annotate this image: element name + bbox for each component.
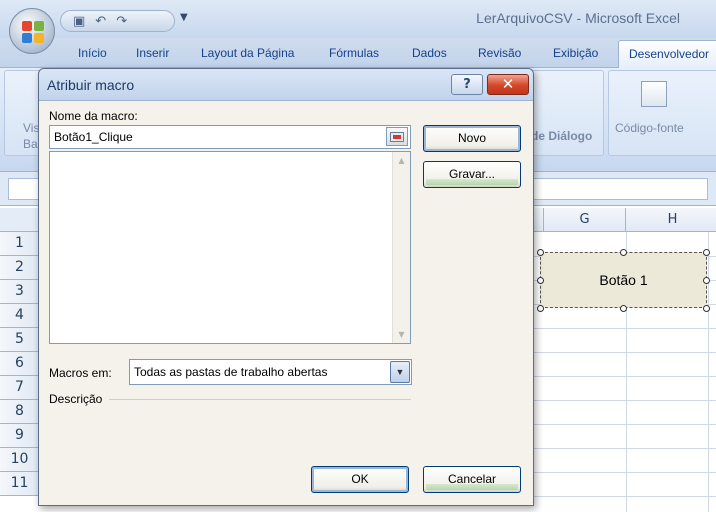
row-header[interactable]: 4: [0, 304, 40, 328]
row-header[interactable]: 8: [0, 400, 40, 424]
resize-handle[interactable]: [703, 277, 710, 284]
assign-macro-dialog: Atribuir macro ? ✕ Nome da macro: Botão1…: [38, 68, 534, 506]
cancel-button[interactable]: Cancelar: [423, 466, 521, 493]
tab-formulas[interactable]: Fórmulas: [329, 46, 379, 60]
help-button[interactable]: ?: [451, 74, 483, 95]
macro-list[interactable]: ▲ ▼: [49, 151, 411, 344]
qat-customize-icon[interactable]: ▼: [180, 12, 188, 23]
column-header-g[interactable]: G: [544, 208, 626, 232]
tab-desenvolvedor[interactable]: Desenvolvedor: [618, 40, 716, 69]
new-button[interactable]: Novo: [423, 125, 521, 152]
macro-name-label: Nome da macro:: [49, 109, 138, 123]
ribbon-label-partial: Vis: [23, 121, 40, 135]
ok-button[interactable]: OK: [311, 466, 409, 493]
row-header[interactable]: 7: [0, 376, 40, 400]
macro-list-scrollbar[interactable]: ▲ ▼: [392, 152, 410, 343]
tab-dados[interactable]: Dados: [412, 46, 447, 60]
resize-handle[interactable]: [537, 277, 544, 284]
description-label: Descrição: [49, 392, 103, 406]
macro-name-value: Botão1_Clique: [54, 130, 133, 144]
grid-line: [708, 232, 709, 512]
dialog-titlebar[interactable]: Atribuir macro ? ✕: [39, 69, 533, 101]
scroll-up-icon[interactable]: ▲: [393, 152, 410, 169]
ribbon-group-xml: Código-fonte: [608, 70, 716, 156]
redo-icon[interactable]: ↷: [116, 14, 127, 29]
tab-exibicao[interactable]: Exibição: [553, 46, 598, 60]
ribbon-label-partial: Ba: [23, 137, 38, 151]
macros-in-value: Todas as pastas de trabalho abertas: [134, 365, 328, 379]
row-header[interactable]: 11: [0, 472, 40, 496]
tab-inserir[interactable]: Inserir: [136, 46, 169, 60]
description-divider: [109, 399, 411, 400]
row-header[interactable]: 2: [0, 256, 40, 280]
resize-handle[interactable]: [703, 305, 710, 312]
resize-handle[interactable]: [537, 249, 544, 256]
ribbon-label-code-source[interactable]: Código-fonte: [615, 121, 684, 135]
save-icon[interactable]: ▣: [73, 14, 85, 29]
row-header[interactable]: 9: [0, 424, 40, 448]
row-header[interactable]: 3: [0, 280, 40, 304]
scroll-down-icon[interactable]: ▼: [393, 326, 410, 343]
macro-name-input[interactable]: Botão1_Clique: [49, 125, 411, 149]
resize-handle[interactable]: [620, 305, 627, 312]
record-button[interactable]: Gravar...: [423, 161, 521, 188]
row-header[interactable]: 5: [0, 328, 40, 352]
column-header-h[interactable]: H: [626, 208, 716, 232]
ribbon-group-controls: de Diálogo: [528, 70, 604, 156]
undo-icon[interactable]: ↶: [95, 14, 106, 29]
source-code-icon[interactable]: [641, 81, 667, 107]
row-header[interactable]: 1: [0, 232, 40, 256]
tab-inicio[interactable]: Início: [78, 46, 107, 60]
window-title: LerArquivoCSV - Microsoft Excel: [476, 10, 680, 26]
tab-layout[interactable]: Layout da Página: [201, 46, 294, 60]
quick-access-toolbar[interactable]: ▣ ↶ ↷: [60, 10, 175, 32]
resize-handle[interactable]: [537, 305, 544, 312]
office-logo-icon: [22, 21, 44, 43]
close-button[interactable]: ✕: [487, 74, 529, 95]
ribbon-label-dialog: de Diálogo: [531, 129, 593, 143]
title-bar: ▣ ↶ ↷ ▼ LerArquivoCSV - Microsoft Excel: [0, 0, 716, 38]
dialog-title: Atribuir macro: [47, 77, 135, 93]
row-header[interactable]: 10: [0, 448, 40, 472]
form-button-botao-1[interactable]: Botão 1: [540, 252, 707, 308]
macros-in-label: Macros em:: [49, 366, 112, 380]
tab-revisao[interactable]: Revisão: [478, 46, 521, 60]
macros-in-select[interactable]: Todas as pastas de trabalho abertas ▼: [129, 359, 412, 385]
ribbon-tab-bar: Início Inserir Layout da Página Fórmulas…: [0, 38, 716, 69]
select-all-corner[interactable]: [0, 208, 40, 232]
office-button[interactable]: [9, 8, 55, 54]
dropdown-arrow-icon[interactable]: ▼: [390, 361, 410, 383]
resize-handle[interactable]: [620, 249, 627, 256]
row-header[interactable]: 6: [0, 352, 40, 376]
collapse-dialog-icon[interactable]: [386, 127, 408, 146]
resize-handle[interactable]: [703, 249, 710, 256]
